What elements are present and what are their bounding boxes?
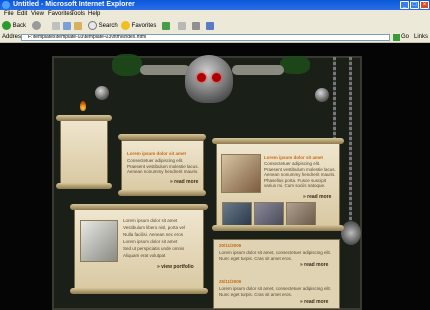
search-button[interactable]: Search	[88, 21, 118, 31]
window-title: Untitled - Microsoft Internet Explorer	[13, 1, 135, 8]
view-portfolio-link[interactable]: » view portfolio	[157, 264, 194, 270]
minimize-button[interactable]: _	[400, 1, 409, 9]
maximize-button[interactable]: □	[410, 1, 419, 9]
address-input[interactable]: F:\templates\template-03\template-03\htm…	[21, 34, 390, 41]
torch-flame-icon	[80, 101, 86, 111]
blank-scroll	[60, 118, 108, 186]
history-icon[interactable]	[162, 22, 170, 30]
gallery-thumbnail[interactable]	[286, 202, 316, 226]
scroll-roll	[70, 204, 208, 210]
news-text: Lorem ipsum dolor sit amet, consectetuer…	[219, 250, 332, 261]
links-button[interactable]: Links	[414, 33, 428, 42]
portfolio-scroll: Lorem ipsum dolor sit amet Vestibulum li…	[74, 209, 204, 292]
menu-view[interactable]: View	[31, 10, 44, 19]
close-button[interactable]: ×	[420, 1, 429, 9]
skull-eye-left	[197, 73, 206, 82]
go-button[interactable]: Go	[401, 33, 409, 42]
page-viewport: Lorem ipsum dolor sit amet Consectetuer …	[0, 43, 430, 310]
dragon-drawing-image[interactable]	[80, 220, 118, 262]
favorites-label: Favorites	[131, 23, 157, 30]
gallery-thumbnail[interactable]	[254, 202, 284, 226]
plant-decoration	[280, 56, 310, 74]
horn-ornament-right	[232, 65, 284, 75]
portfolio-item[interactable]: Lorem ipsum dolor sit amet	[123, 239, 177, 246]
scroll-roll	[118, 190, 206, 196]
menu-help[interactable]: Help	[88, 10, 100, 19]
portfolio-item[interactable]: Sed ut perspiciatis unde omnis	[123, 246, 184, 253]
menu-tools[interactable]: Tools	[71, 10, 85, 19]
featured-photo[interactable]	[221, 154, 261, 193]
gallery-thumbnail[interactable]	[222, 202, 252, 226]
skull-eye-right	[212, 73, 221, 82]
standard-toolbar: Back Search Favorites	[0, 19, 430, 34]
gallery-heading: Lorem ipsum dolor sit amet	[264, 155, 324, 160]
internet-explorer-icon	[2, 1, 10, 9]
scroll-roll	[118, 134, 206, 140]
portfolio-item[interactable]: Vestibulum libero nisl, porta vel	[123, 225, 185, 232]
welcome-heading: Lorem ipsum dolor sit amet	[127, 151, 187, 156]
menu-file[interactable]: File	[4, 10, 14, 19]
favorites-button[interactable]: Favorites	[121, 21, 156, 31]
scroll-roll	[212, 225, 344, 231]
orb-ornament-left	[95, 86, 109, 100]
welcome-body: Consectetuer adipiscing elit. Praesent v…	[127, 158, 199, 174]
scroll-roll	[212, 138, 344, 144]
search-label: Search	[98, 23, 118, 30]
window-titlebar: Untitled - Microsoft Internet Explorer _…	[0, 0, 430, 10]
address-bar: Address F:\templates\template-03\templat…	[0, 33, 430, 43]
welcome-read-more-link[interactable]: » read more	[170, 179, 198, 185]
forward-arrow-icon	[32, 21, 41, 30]
scroll-roll	[56, 115, 112, 121]
search-icon	[88, 21, 97, 30]
gallery-body: Consectetuer adipiscing elit. Praesent v…	[264, 161, 336, 188]
portfolio-item[interactable]: Lorem ipsum dolor sit amet	[123, 218, 177, 225]
portfolio-item[interactable]: Aliquam erat volutpat	[123, 253, 165, 260]
menu-edit[interactable]: Edit	[17, 10, 27, 19]
back-arrow-icon	[2, 21, 11, 30]
welcome-scroll: Lorem ipsum dolor sit amet Consectetuer …	[121, 140, 204, 194]
shield-ornament-icon	[341, 221, 361, 245]
scroll-roll	[56, 183, 112, 189]
news-text: Lorem ipsum dolor sit amet, consectetuer…	[219, 286, 332, 297]
hanging-chain	[349, 57, 352, 227]
news-read-more-link[interactable]: » read more	[300, 299, 328, 305]
print-icon[interactable]	[192, 22, 200, 30]
mail-icon[interactable]	[178, 22, 186, 30]
plant-decoration	[112, 54, 142, 76]
back-label: Back	[12, 23, 27, 30]
news-date: 20/11/2006	[219, 243, 242, 248]
forward-button[interactable]	[32, 21, 41, 31]
edit-icon[interactable]	[206, 22, 214, 30]
gallery-scroll: Lorem ipsum dolor sit amet Consectetuer …	[216, 143, 340, 228]
news-panel: 20/11/2006 Lorem ipsum dolor sit amet, c…	[213, 239, 340, 309]
news-date: 25/11/2006	[219, 279, 242, 284]
menu-favorites[interactable]: Favorites	[48, 10, 73, 19]
home-icon[interactable]	[74, 22, 82, 30]
news-read-more-link[interactable]: » read more	[300, 262, 328, 268]
favorites-star-icon	[121, 21, 130, 30]
go-arrow-icon[interactable]	[393, 34, 400, 41]
gallery-read-more-link[interactable]: » read more	[303, 194, 331, 200]
refresh-icon[interactable]	[63, 22, 71, 30]
stop-icon[interactable]	[52, 22, 60, 30]
back-button[interactable]: Back	[2, 21, 26, 31]
horn-ornament-left	[140, 65, 190, 75]
scroll-roll	[70, 288, 208, 294]
orb-ornament-right	[315, 88, 329, 102]
skull-ornament	[185, 55, 233, 103]
portfolio-item[interactable]: Nulla facilisi. Aenean nec eros	[123, 232, 183, 239]
